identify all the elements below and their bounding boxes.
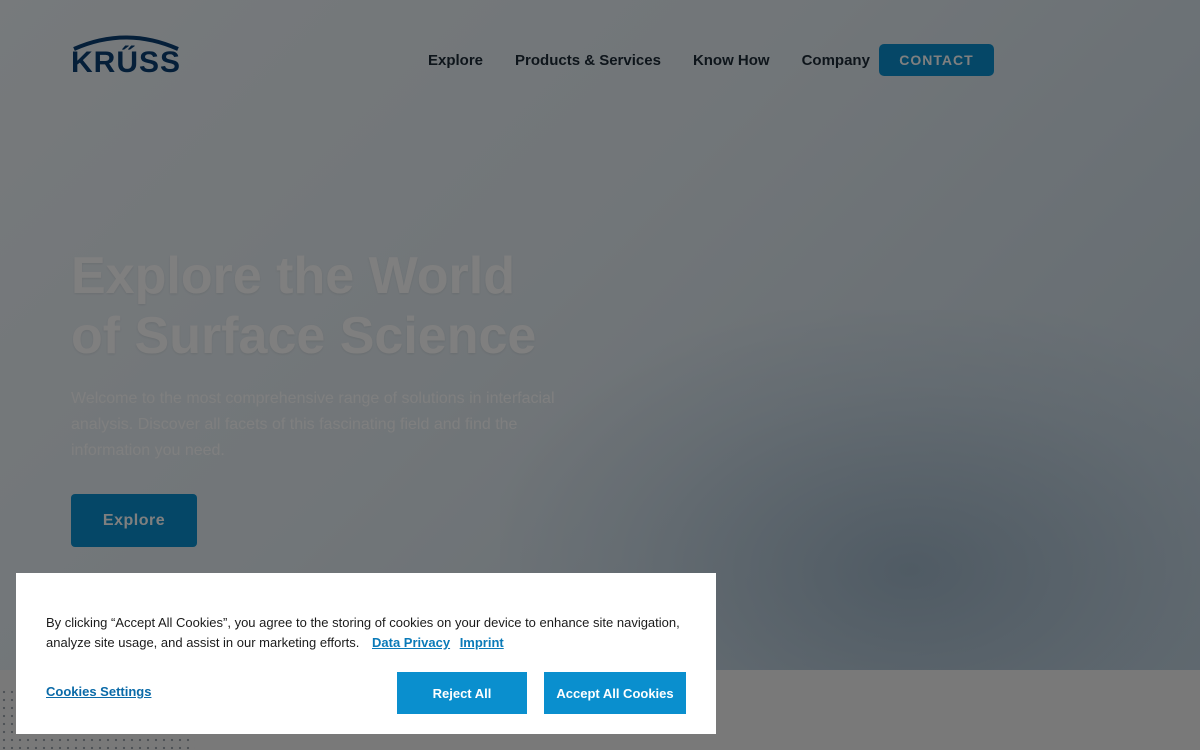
cookie-message-text: By clicking “Accept All Cookies”, you ag… [46,615,680,650]
reject-all-button[interactable]: Reject All [397,672,527,714]
cookies-settings-button[interactable]: Cookies Settings [46,684,151,699]
imprint-link[interactable]: Imprint [460,635,504,650]
cookie-banner: By clicking “Accept All Cookies”, you ag… [16,573,716,734]
data-privacy-link[interactable]: Data Privacy [372,635,450,650]
accept-all-cookies-button[interactable]: Accept All Cookies [544,672,686,714]
cookie-message: By clicking “Accept All Cookies”, you ag… [46,613,696,653]
